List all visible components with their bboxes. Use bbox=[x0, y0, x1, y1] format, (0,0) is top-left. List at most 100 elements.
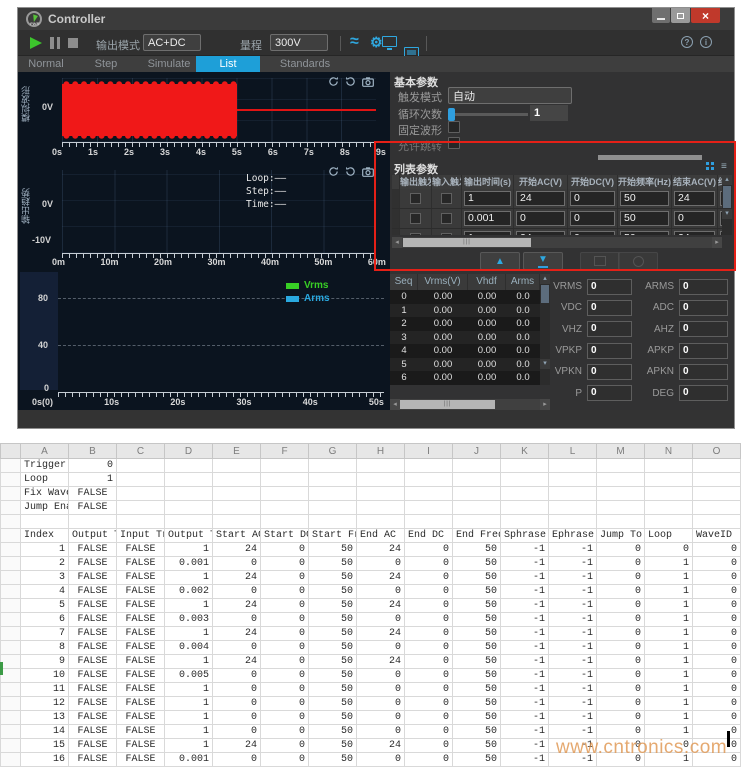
row-gutter[interactable] bbox=[1, 683, 21, 697]
row-gutter[interactable] bbox=[1, 697, 21, 711]
cell[interactable]: Trigger M bbox=[21, 459, 69, 473]
cell[interactable]: FALSE bbox=[69, 641, 117, 655]
cell[interactable]: 0 bbox=[213, 669, 261, 683]
cell[interactable]: 0 bbox=[261, 613, 309, 627]
cell[interactable]: -1 bbox=[549, 627, 597, 641]
start-dc-cell[interactable]: 0 bbox=[568, 209, 618, 228]
cell[interactable]: 0.002 bbox=[165, 585, 213, 599]
cell[interactable]: 1 bbox=[645, 571, 693, 585]
cell[interactable]: 0 bbox=[405, 711, 453, 725]
cell[interactable] bbox=[645, 515, 693, 529]
cell[interactable]: 50 bbox=[453, 641, 501, 655]
cell[interactable]: -1 bbox=[501, 753, 549, 767]
cell[interactable]: 0 bbox=[693, 613, 741, 627]
cell[interactable]: 13 bbox=[21, 711, 69, 725]
cell[interactable]: FALSE bbox=[117, 585, 165, 599]
cell[interactable]: 0 bbox=[597, 599, 645, 613]
cell[interactable]: 1 bbox=[645, 641, 693, 655]
cell[interactable]: Jump Enab bbox=[21, 501, 69, 515]
plot-area[interactable] bbox=[58, 278, 384, 392]
row-gutter[interactable] bbox=[1, 585, 21, 599]
cell[interactable]: -1 bbox=[501, 613, 549, 627]
cell[interactable]: -1 bbox=[501, 571, 549, 585]
output-trigger-cell[interactable] bbox=[400, 209, 432, 228]
cell[interactable]: 1 bbox=[21, 543, 69, 557]
cell[interactable]: 24 bbox=[357, 571, 405, 585]
cell[interactable]: 0.001 bbox=[165, 557, 213, 571]
cell[interactable]: 0 bbox=[693, 585, 741, 599]
cell[interactable]: 15 bbox=[21, 739, 69, 753]
cell[interactable] bbox=[357, 515, 405, 529]
cell[interactable]: 50 bbox=[309, 557, 357, 571]
tab[interactable]: List bbox=[196, 56, 260, 72]
cell[interactable] bbox=[453, 501, 501, 515]
snapshot-camera-icon[interactable] bbox=[362, 77, 374, 87]
cell[interactable]: 0.004 bbox=[165, 641, 213, 655]
move-down-button[interactable]: ▼ bbox=[523, 252, 563, 270]
cell[interactable]: 1 bbox=[165, 571, 213, 585]
column-header[interactable]: M bbox=[597, 444, 645, 459]
cell[interactable]: FALSE bbox=[117, 641, 165, 655]
row-selector[interactable] bbox=[392, 209, 400, 228]
cell[interactable]: -1 bbox=[501, 669, 549, 683]
cell[interactable]: 0 bbox=[261, 697, 309, 711]
cell[interactable]: 0 bbox=[693, 627, 741, 641]
cell[interactable]: 0 bbox=[597, 641, 645, 655]
waveform-icon[interactable]: ≈ bbox=[350, 33, 359, 51]
horizontal-scrollbar[interactable]: ◂ ||| ▸ bbox=[392, 237, 722, 248]
cell[interactable]: 0 bbox=[405, 585, 453, 599]
column-header[interactable]: K bbox=[501, 444, 549, 459]
row-selector[interactable] bbox=[392, 189, 400, 208]
range-select[interactable]: 300V ▾ bbox=[270, 34, 328, 51]
run-button[interactable] bbox=[30, 37, 42, 49]
cell[interactable]: 1 bbox=[69, 473, 117, 487]
cell[interactable]: 0 bbox=[405, 627, 453, 641]
cell[interactable]: 50 bbox=[309, 711, 357, 725]
loop-count-value[interactable]: 1 bbox=[530, 105, 568, 121]
cell[interactable] bbox=[309, 473, 357, 487]
cell[interactable]: 0 bbox=[261, 711, 309, 725]
cell[interactable] bbox=[261, 473, 309, 487]
zoom-reset-icon[interactable] bbox=[328, 76, 339, 87]
cell[interactable]: FALSE bbox=[117, 753, 165, 767]
cell[interactable]: -1 bbox=[549, 599, 597, 613]
display-icon[interactable] bbox=[382, 36, 397, 47]
cell[interactable]: 0 bbox=[645, 543, 693, 557]
row-selector[interactable] bbox=[392, 229, 400, 235]
cell[interactable]: -1 bbox=[501, 585, 549, 599]
input-trigger-cell[interactable] bbox=[432, 209, 462, 228]
zoom-back-icon[interactable] bbox=[345, 166, 356, 177]
cell[interactable]: 1 bbox=[165, 739, 213, 753]
cell[interactable] bbox=[501, 487, 549, 501]
table-row[interactable]: 0.001 0 0 50 0 0 bbox=[392, 209, 722, 229]
cell[interactable]: -1 bbox=[501, 655, 549, 669]
cell[interactable] bbox=[357, 473, 405, 487]
cell[interactable] bbox=[165, 473, 213, 487]
cell[interactable] bbox=[405, 487, 453, 501]
cell[interactable]: -1 bbox=[549, 697, 597, 711]
cell[interactable]: 0 bbox=[261, 683, 309, 697]
row-gutter[interactable] bbox=[1, 711, 21, 725]
cell[interactable]: 11 bbox=[21, 683, 69, 697]
snapshot-camera-icon[interactable] bbox=[362, 167, 374, 177]
cell[interactable]: 0 bbox=[261, 725, 309, 739]
cell[interactable]: 0 bbox=[357, 585, 405, 599]
plot-area[interactable] bbox=[62, 78, 376, 142]
cell[interactable]: 1 bbox=[645, 585, 693, 599]
table-row[interactable]: 00.00 0.000.0 bbox=[390, 290, 540, 304]
scroll-left-icon[interactable]: ◂ bbox=[392, 237, 402, 248]
cell[interactable] bbox=[645, 459, 693, 473]
row-gutter[interactable] bbox=[1, 557, 21, 571]
cell[interactable]: 0 bbox=[693, 543, 741, 557]
cell[interactable]: FALSE bbox=[69, 627, 117, 641]
cell[interactable]: Start DC bbox=[261, 529, 309, 543]
move-up-button[interactable]: ▲ bbox=[480, 252, 520, 270]
cell[interactable]: 0 bbox=[213, 585, 261, 599]
readout-field[interactable]: 0 bbox=[587, 343, 632, 359]
cell[interactable]: 0.003 bbox=[165, 613, 213, 627]
cell[interactable] bbox=[21, 515, 69, 529]
cell[interactable]: 0 bbox=[597, 683, 645, 697]
cell[interactable]: 0 bbox=[597, 557, 645, 571]
cell[interactable]: -1 bbox=[501, 739, 549, 753]
cell[interactable]: 50 bbox=[453, 697, 501, 711]
